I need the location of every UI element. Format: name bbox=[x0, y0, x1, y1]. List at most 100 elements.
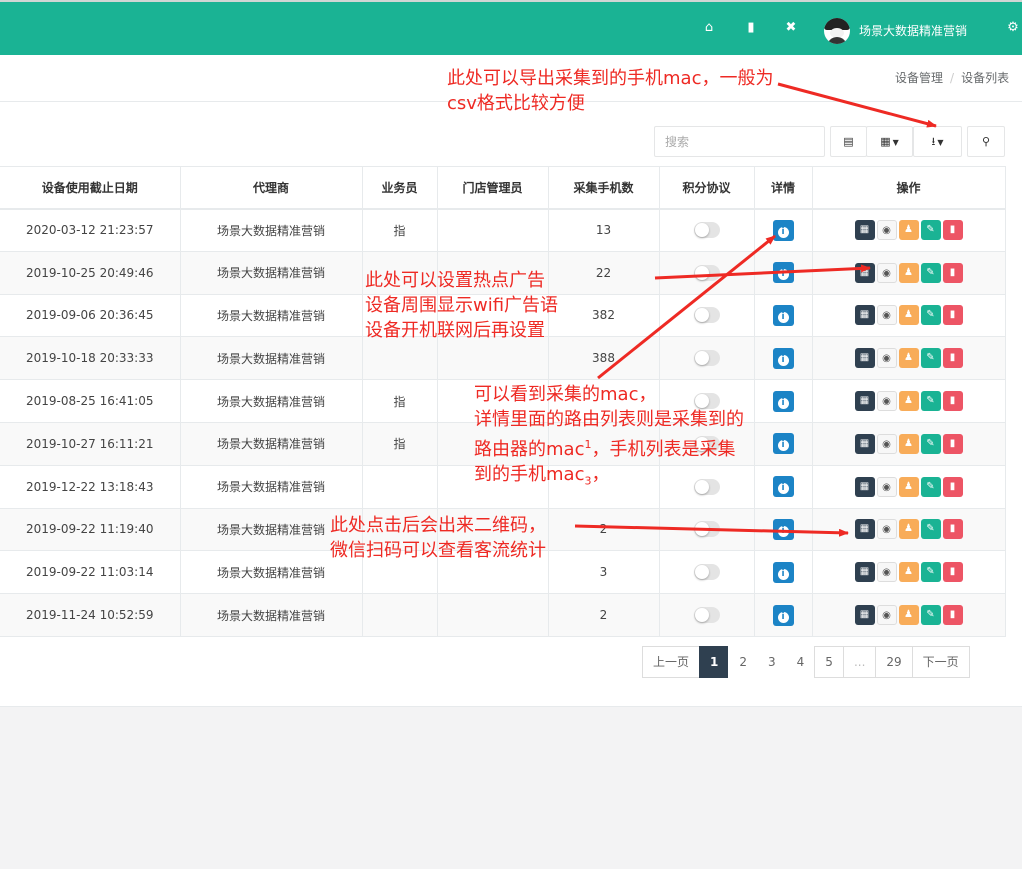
search-button[interactable]: ⚲ bbox=[967, 126, 1005, 157]
col-header-store-manager[interactable]: 门店管理员 bbox=[437, 166, 549, 210]
details-button[interactable]: i bbox=[772, 304, 794, 326]
user-button[interactable]: ♟ bbox=[898, 262, 919, 283]
fullscreen-icon[interactable]: ✖ bbox=[781, 18, 801, 38]
hotspot-ad-button[interactable]: ◉ bbox=[876, 391, 897, 412]
edit-button[interactable]: ✎ bbox=[920, 476, 941, 497]
hotspot-ad-button[interactable]: ◉ bbox=[876, 519, 897, 540]
edit-button[interactable]: ✎ bbox=[920, 220, 941, 241]
user-button[interactable]: ♟ bbox=[898, 391, 919, 412]
details-button[interactable]: i bbox=[772, 390, 794, 412]
qrcode-button[interactable]: ▦ bbox=[854, 262, 875, 283]
cell-store-manager bbox=[437, 336, 549, 381]
user-button[interactable]: ♟ bbox=[898, 476, 919, 497]
page-button-29[interactable]: 29 bbox=[875, 646, 913, 678]
search-input[interactable] bbox=[654, 126, 825, 157]
qrcode-button[interactable]: ▦ bbox=[854, 348, 875, 369]
edit-button[interactable]: ✎ bbox=[920, 391, 941, 412]
qrcode-button[interactable]: ▦ bbox=[854, 519, 875, 540]
delete-button[interactable]: ▮ bbox=[942, 262, 963, 283]
col-header-details[interactable]: 详情 bbox=[754, 166, 813, 210]
details-button[interactable]: i bbox=[772, 262, 794, 284]
col-header-points-protocol[interactable]: 积分协议 bbox=[659, 166, 755, 210]
hotspot-ad-button[interactable]: ◉ bbox=[876, 262, 897, 283]
delete-button[interactable]: ▮ bbox=[942, 605, 963, 626]
points-protocol-toggle[interactable] bbox=[693, 350, 720, 367]
details-button[interactable]: i bbox=[772, 561, 794, 583]
edit-button[interactable]: ✎ bbox=[920, 348, 941, 369]
qrcode-button[interactable]: ▦ bbox=[854, 433, 875, 454]
columns-button[interactable]: ▦ ▼ bbox=[866, 126, 913, 157]
delete-button[interactable]: ▮ bbox=[942, 391, 963, 412]
cell-points-protocol bbox=[659, 550, 755, 595]
user-icon: ♟ bbox=[904, 523, 913, 535]
export-button[interactable]: ⭳ ▼ bbox=[913, 126, 962, 157]
delete-button[interactable]: ▮ bbox=[942, 348, 963, 369]
avatar[interactable] bbox=[824, 18, 850, 44]
trash-icon[interactable]: ▮ bbox=[741, 18, 761, 38]
col-header-expiry-date[interactable]: 设备使用截止日期 bbox=[0, 166, 181, 210]
page-button-1[interactable]: 1 bbox=[699, 646, 730, 678]
edit-button[interactable]: ✎ bbox=[920, 605, 941, 626]
qrcode-button[interactable]: ▦ bbox=[854, 562, 875, 583]
settings-icon[interactable]: ⚙ bbox=[1003, 18, 1022, 38]
user-button[interactable]: ♟ bbox=[898, 348, 919, 369]
details-button[interactable]: i bbox=[772, 604, 794, 626]
details-button[interactable]: i bbox=[772, 347, 794, 369]
edit-button[interactable]: ✎ bbox=[920, 433, 941, 454]
points-protocol-toggle[interactable] bbox=[693, 264, 720, 281]
hotspot-ad-button[interactable]: ◉ bbox=[876, 433, 897, 454]
col-header-salesperson[interactable]: 业务员 bbox=[362, 166, 438, 210]
user-button[interactable]: ♟ bbox=[898, 519, 919, 540]
breadcrumb-item-device-manage[interactable]: 设备管理 bbox=[895, 71, 943, 85]
details-button[interactable]: i bbox=[772, 518, 794, 540]
delete-button[interactable]: ▮ bbox=[942, 562, 963, 583]
page-button-2[interactable]: 2 bbox=[728, 646, 759, 678]
qrcode-button[interactable]: ▦ bbox=[854, 391, 875, 412]
qrcode-button[interactable]: ▦ bbox=[854, 305, 875, 326]
hotspot-ad-button[interactable]: ◉ bbox=[876, 220, 897, 241]
col-header-actions[interactable]: 操作 bbox=[812, 166, 1006, 210]
user-button[interactable]: ♟ bbox=[898, 562, 919, 583]
page-button-5[interactable]: 5 bbox=[814, 646, 844, 678]
page-button-4[interactable]: 4 bbox=[785, 646, 816, 678]
prev-page-button[interactable]: 上一页 bbox=[642, 646, 701, 678]
edit-button[interactable]: ✎ bbox=[920, 519, 941, 540]
edit-button[interactable]: ✎ bbox=[920, 262, 941, 283]
user-button[interactable]: ♟ bbox=[898, 605, 919, 626]
col-header-phone-count[interactable]: 采集手机数 bbox=[548, 166, 660, 210]
points-protocol-toggle[interactable] bbox=[693, 521, 720, 538]
delete-button[interactable]: ▮ bbox=[942, 220, 963, 241]
points-protocol-toggle[interactable] bbox=[693, 607, 720, 624]
user-button[interactable]: ♟ bbox=[898, 433, 919, 454]
points-protocol-toggle[interactable] bbox=[693, 307, 720, 324]
page-button-3[interactable]: 3 bbox=[757, 646, 787, 678]
qrcode-button[interactable]: ▦ bbox=[854, 220, 875, 241]
info-icon: i bbox=[777, 269, 789, 281]
cell-agent: 场景大数据精准营销 bbox=[180, 336, 363, 381]
hotspot-ad-button[interactable]: ◉ bbox=[876, 348, 897, 369]
toggle-view-button[interactable]: ▤ bbox=[830, 126, 867, 157]
edit-button[interactable]: ✎ bbox=[920, 305, 941, 326]
home-icon[interactable]: ⌂ bbox=[699, 18, 719, 38]
col-header-agent[interactable]: 代理商 bbox=[180, 166, 363, 210]
username-label[interactable]: 场景大数据精准营销 bbox=[859, 22, 967, 39]
delete-button[interactable]: ▮ bbox=[942, 519, 963, 540]
points-protocol-toggle[interactable] bbox=[693, 564, 720, 581]
hotspot-ad-button[interactable]: ◉ bbox=[876, 476, 897, 497]
details-button[interactable]: i bbox=[772, 219, 794, 241]
hotspot-ad-button[interactable]: ◉ bbox=[876, 305, 897, 326]
qrcode-button[interactable]: ▦ bbox=[854, 476, 875, 497]
delete-button[interactable]: ▮ bbox=[942, 433, 963, 454]
points-protocol-toggle[interactable] bbox=[693, 222, 720, 239]
next-page-button[interactable]: 下一页 bbox=[911, 646, 970, 678]
details-button[interactable]: i bbox=[772, 433, 794, 455]
user-button[interactable]: ♟ bbox=[898, 305, 919, 326]
user-button[interactable]: ♟ bbox=[898, 220, 919, 241]
delete-button[interactable]: ▮ bbox=[942, 305, 963, 326]
details-button[interactable]: i bbox=[772, 476, 794, 498]
hotspot-ad-button[interactable]: ◉ bbox=[876, 562, 897, 583]
edit-button[interactable]: ✎ bbox=[920, 562, 941, 583]
hotspot-ad-button[interactable]: ◉ bbox=[876, 605, 897, 626]
qrcode-button[interactable]: ▦ bbox=[854, 605, 875, 626]
delete-button[interactable]: ▮ bbox=[942, 476, 963, 497]
